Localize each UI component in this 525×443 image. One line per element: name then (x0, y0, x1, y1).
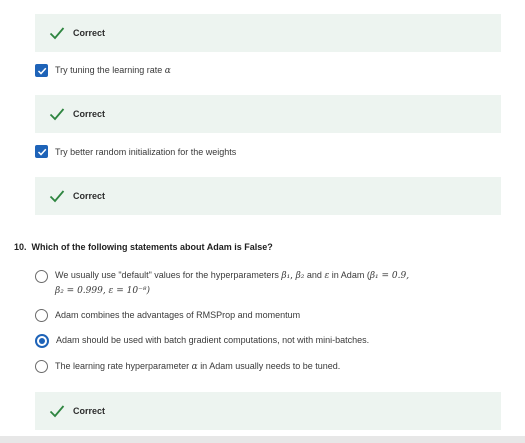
answer-text: Adam combines the advantages of RMSProp … (55, 310, 301, 320)
checkmark-icon (49, 405, 65, 418)
feedback-correct-4: Correct (35, 392, 501, 430)
beta1-value: β₁ = 0.9, (369, 271, 410, 281)
radio-button[interactable] (35, 360, 48, 373)
answer-batch-gradient[interactable]: Adam should be used with batch gradient … (35, 333, 369, 348)
checkmark-icon (49, 108, 65, 121)
beta2-epsilon-values: β₂ = 0.999, ε = 10⁻⁸) (55, 286, 150, 296)
beta1-symbol: β₁ (281, 271, 291, 281)
radio-button[interactable] (35, 309, 48, 322)
question-10-title: 10. Which of the following statements ab… (14, 242, 273, 252)
feedback-label: Correct (73, 406, 106, 416)
answer-rmsprop-momentum[interactable]: Adam combines the advantages of RMSProp … (35, 308, 300, 322)
answer-learning-rate-tuned[interactable]: The learning rate hyperparameter α in Ad… (35, 359, 340, 374)
feedback-label: Correct (73, 191, 106, 201)
alpha-symbol: α (191, 362, 198, 372)
question-text: Which of the following statements about … (31, 242, 273, 252)
option-tune-learning-rate[interactable]: Try tuning the learning rate α (35, 64, 171, 77)
option-label: Try tuning the learning rate (55, 65, 163, 75)
answer-text: Adam should be used with batch gradient … (56, 335, 370, 345)
feedback-label: Correct (73, 109, 106, 119)
radio-button[interactable] (35, 270, 48, 283)
comma: , (290, 271, 294, 281)
answer-text: We usually use "default" values for the … (55, 270, 279, 280)
option-better-initialization[interactable]: Try better random initialization for the… (35, 145, 236, 158)
feedback-correct-2: Correct (35, 95, 501, 133)
answer-default-hyperparameters[interactable]: We usually use "default" values for the … (35, 268, 409, 298)
checkbox-checked-icon[interactable] (35, 145, 48, 158)
epsilon-symbol: ε (324, 271, 330, 281)
answer-text-and: and (306, 270, 322, 280)
beta2-symbol: β₂ (295, 271, 305, 281)
option-label: Try better random initialization for the… (55, 146, 237, 157)
feedback-correct-3: Correct (35, 177, 501, 215)
feedback-label: Correct (73, 28, 106, 38)
feedback-correct-1: Correct (35, 14, 501, 52)
answer-text-in: in Adam ( (331, 270, 370, 280)
radio-button-selected[interactable] (35, 334, 49, 348)
alpha-symbol: α (164, 66, 171, 76)
checkmark-icon (49, 190, 65, 203)
question-number: 10. (14, 242, 27, 252)
bottom-divider (0, 436, 525, 443)
checkmark-icon (49, 27, 65, 40)
checkbox-checked-icon[interactable] (35, 64, 48, 77)
answer-text: The learning rate hyperparameter (55, 361, 190, 371)
answer-text-after: in Adam usually needs to be tuned. (200, 361, 341, 371)
